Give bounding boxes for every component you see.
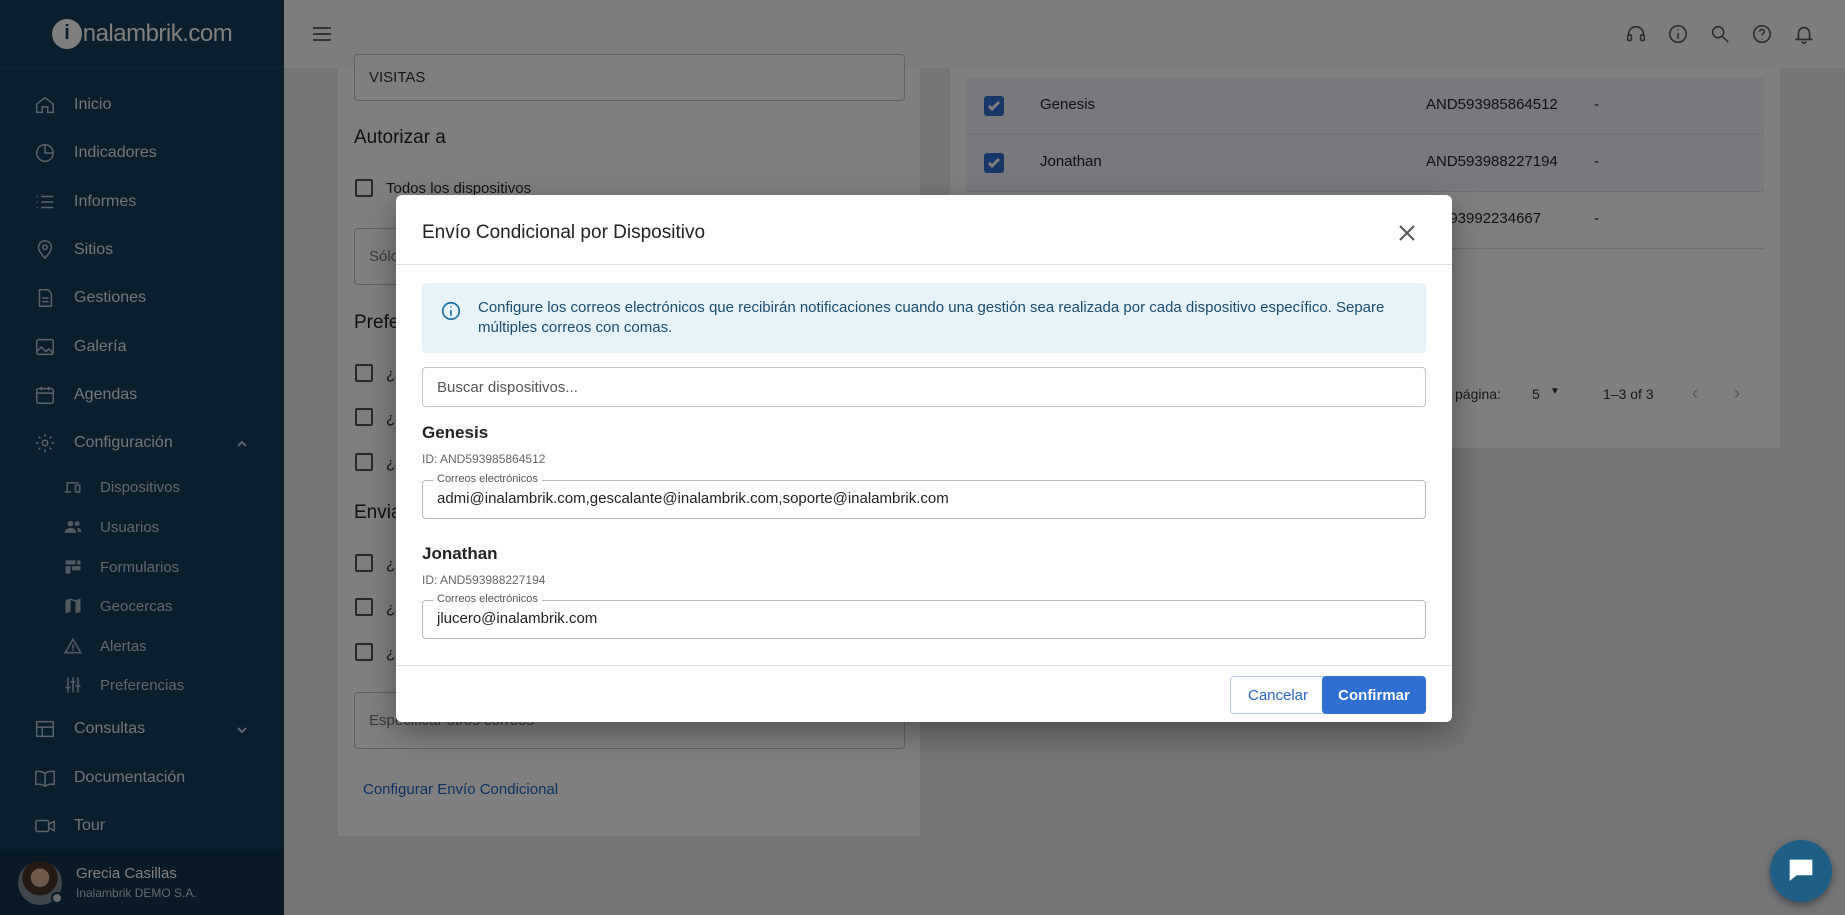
conditional-send-dialog: Envío Condicional por Dispositivo Config… [396, 195, 1452, 722]
device-name: Genesis [422, 423, 489, 442]
device-id: ID: AND593988227194 [422, 573, 546, 587]
dialog-footer: Cancelar Confirmar [396, 665, 1452, 722]
chat-icon [1789, 859, 1813, 881]
cancel-button[interactable]: Cancelar [1230, 676, 1326, 714]
chat-button[interactable] [1770, 840, 1832, 902]
emails-field-label: Correos electrónicos [433, 593, 542, 605]
emails-input[interactable] [437, 490, 1407, 507]
emails-field[interactable]: Correos electrónicos [422, 473, 1426, 519]
dialog-header: Envío Condicional por Dispositivo [396, 195, 1452, 265]
close-icon[interactable] [1398, 224, 1416, 242]
emails-input[interactable] [437, 610, 1407, 627]
dialog-title: Envío Condicional por Dispositivo [422, 222, 706, 243]
info-alert: Configure los correos electrónicos que r… [422, 283, 1426, 353]
emails-field-label: Correos electrónicos [433, 473, 542, 485]
info-text: Configure los correos electrónicos que r… [478, 299, 1385, 336]
confirm-button[interactable]: Confirmar [1322, 676, 1426, 714]
device-id: ID: AND593985864512 [422, 452, 546, 466]
device-search-input[interactable] [422, 367, 1426, 407]
info-icon [440, 300, 462, 322]
emails-field[interactable]: Correos electrónicos [422, 593, 1426, 639]
device-name: Jonathan [422, 544, 498, 563]
dialog-body[interactable]: Configure los correos electrónicos que r… [396, 265, 1452, 665]
